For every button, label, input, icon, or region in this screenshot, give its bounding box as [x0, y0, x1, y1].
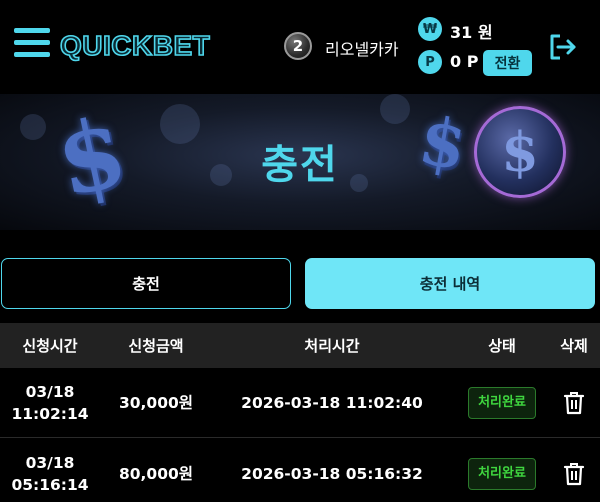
charge-banner: $ $ $ 충전 [0, 94, 600, 230]
point-balance: 0 P [450, 52, 479, 71]
status-badge: 처리완료 [468, 458, 536, 490]
trash-icon[interactable] [563, 462, 585, 486]
money-balance: 31 원 [450, 23, 493, 42]
status-cell: 처리완료 [458, 368, 546, 438]
request-time-cell: 03/18 11:02:14 [0, 368, 100, 438]
column-header-delete: 삭제 [560, 337, 588, 355]
logout-icon[interactable] [548, 33, 578, 61]
table-row: 03/18 05:16:14 80,000원 2026-03-18 05:16:… [0, 439, 600, 502]
processed-time: 2026-03-18 11:02:40 [241, 394, 423, 412]
convert-button[interactable]: 전환 [483, 50, 532, 76]
request-time-cell: 03/18 05:16:14 [0, 439, 100, 502]
column-header-processed-time: 처리시간 [304, 337, 360, 355]
request-date: 03/18 [25, 454, 75, 472]
processed-time: 2026-03-18 05:16:32 [241, 465, 423, 483]
request-amount: 30,000원 [118, 394, 194, 412]
tab-charge[interactable]: 충전 [1, 258, 291, 309]
top-header: QUICKBET 2 리오넬카카 ₩ 31 원 P 0 P 전환 [0, 0, 600, 94]
username: 리오넬카카 [325, 40, 399, 59]
status-cell: 처리완료 [458, 439, 546, 502]
table-header: 신청시간 신청금액 처리시간 상태 삭제 [0, 323, 600, 368]
point-icon: P [418, 50, 442, 74]
level-badge: 2 [284, 32, 312, 60]
quickbet-logo[interactable]: QUICKBET [59, 29, 210, 62]
won-icon: ₩ [418, 17, 442, 41]
table-row: 03/18 11:02:14 30,000원 2026-03-18 11:02:… [0, 368, 600, 438]
page-title: 충전 [261, 142, 339, 188]
status-badge: 처리완료 [468, 387, 536, 419]
request-time: 11:02:14 [11, 405, 89, 423]
request-amount: 80,000원 [118, 465, 194, 483]
trash-icon[interactable] [563, 391, 585, 415]
menu-icon[interactable] [14, 28, 50, 64]
delete-cell [548, 368, 600, 438]
tab-charge-history[interactable]: 충전 내역 [305, 258, 595, 309]
column-header-request-amount: 신청금액 [128, 337, 184, 355]
column-header-status: 상태 [488, 337, 516, 355]
column-header-request-time: 신청시간 [22, 337, 78, 355]
request-time: 05:16:14 [11, 476, 89, 494]
request-date: 03/18 [25, 383, 75, 401]
delete-cell [548, 439, 600, 502]
